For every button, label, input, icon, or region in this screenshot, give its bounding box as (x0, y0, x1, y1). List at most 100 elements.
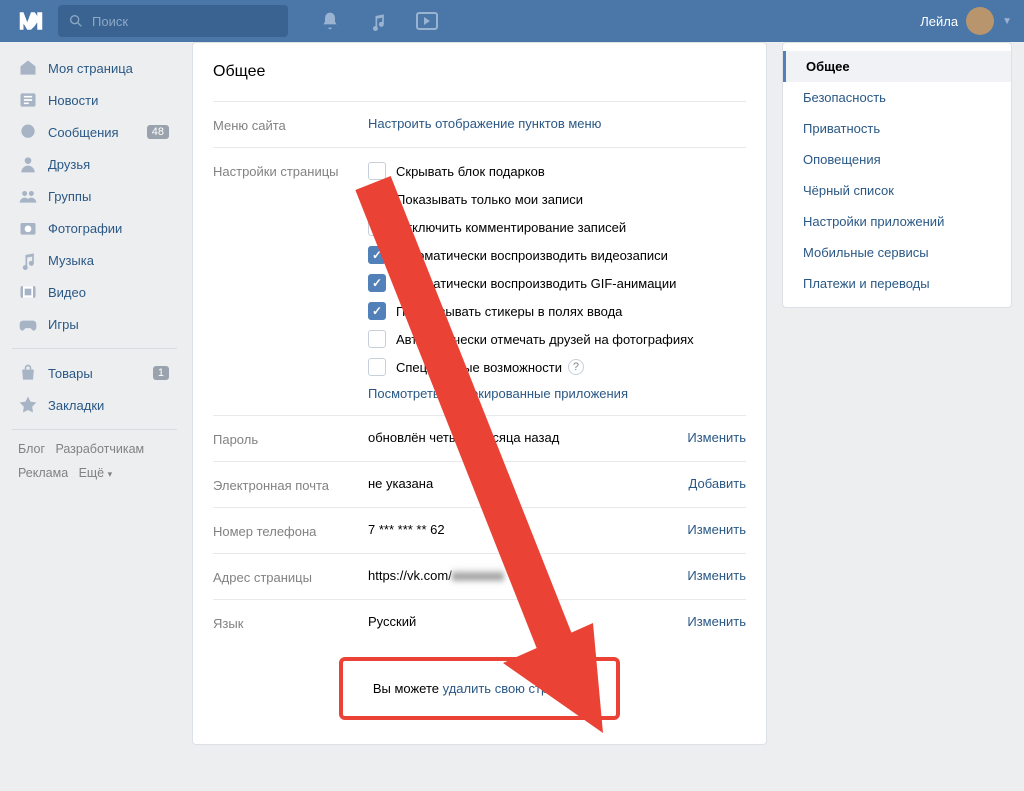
password-change-link[interactable]: Изменить (687, 430, 746, 447)
setting-checkbox-6[interactable]: Автоматически отмечать друзей на фотогра… (368, 330, 746, 348)
games-icon (18, 314, 38, 334)
nav-news[interactable]: Новости (12, 84, 177, 116)
nav-photo[interactable]: Фотографии (12, 212, 177, 244)
address-label: Адрес страницы (213, 568, 368, 585)
nav-label: Музыка (48, 253, 94, 268)
setting-checkbox-5[interactable]: Подсказывать стикеры в полях ввода (368, 302, 746, 320)
vk-logo[interactable] (16, 6, 46, 36)
nav-label: Фотографии (48, 221, 122, 236)
top-icons (320, 11, 438, 31)
checkbox-label: Подсказывать стикеры в полях ввода (396, 304, 622, 319)
settings-nav: ОбщееБезопасностьПриватностьОповещенияЧё… (782, 42, 1012, 308)
nav-label: Закладки (48, 398, 104, 413)
footer-ads[interactable]: Реклама (18, 466, 68, 480)
menu-configure-link[interactable]: Настроить отображение пунктов меню (368, 116, 601, 131)
nav-groups[interactable]: Группы (12, 180, 177, 212)
nav-friend[interactable]: Друзья (12, 148, 177, 180)
settings-tab-4[interactable]: Чёрный список (783, 175, 1011, 206)
nav-music[interactable]: Музыка (12, 244, 177, 276)
checkbox-label: Автоматически воспроизводить GIF-анимаци… (396, 276, 676, 291)
checkbox-icon (368, 330, 386, 348)
nav-label: Друзья (48, 157, 90, 172)
phone-change-link[interactable]: Изменить (687, 522, 746, 539)
settings-tab-2[interactable]: Приватность (783, 113, 1011, 144)
nav-label: Игры (48, 317, 79, 332)
nav-label: Моя страница (48, 61, 133, 76)
checkbox-icon (368, 358, 386, 376)
checkbox-label: Отключить комментирование записей (396, 220, 626, 235)
music-top-icon[interactable] (368, 11, 388, 31)
lang-label: Язык (213, 614, 368, 631)
notifications-icon[interactable] (320, 11, 340, 31)
music-icon (18, 250, 38, 270)
groups-icon (18, 186, 38, 206)
delete-account-box: Вы можете удалить свою страницу. (339, 657, 620, 720)
user-menu[interactable]: Лейла ▼ (920, 7, 1012, 35)
checkbox-icon (368, 246, 386, 264)
footer-more[interactable]: Ещё ▾ (79, 466, 113, 480)
settings-tab-1[interactable]: Безопасность (783, 82, 1011, 113)
nav-fav[interactable]: Закладки (12, 389, 177, 421)
settings-tab-5[interactable]: Настройки приложений (783, 206, 1011, 237)
nav-market[interactable]: Товары 1 (12, 357, 177, 389)
password-value: обновлён четыре месяца назад (368, 430, 687, 447)
address-value: https://vk.com/xxxxxxxx (368, 568, 687, 585)
email-add-link[interactable]: Добавить (689, 476, 746, 493)
msg-icon (18, 122, 38, 142)
page-settings-label: Настройки страницы (213, 162, 368, 401)
nav-label: Сообщения (48, 125, 119, 140)
market-icon (18, 363, 38, 383)
footer-dev[interactable]: Разработчикам (55, 442, 144, 456)
setting-checkbox-2[interactable]: Отключить комментирование записей (368, 218, 746, 236)
menu-label: Меню сайта (213, 116, 368, 133)
password-label: Пароль (213, 430, 368, 447)
checkbox-icon (368, 302, 386, 320)
nav-games[interactable]: Игры (12, 308, 177, 340)
settings-tab-7[interactable]: Платежи и переводы (783, 268, 1011, 299)
checkbox-label: Автоматически отмечать друзей на фотогра… (396, 332, 694, 347)
setting-checkbox-0[interactable]: Скрывать блок подарков (368, 162, 746, 180)
left-nav: Моя страница Новости Сообщения 48 Друзья Груп… (12, 42, 177, 745)
nav-label: Видео (48, 285, 86, 300)
settings-tab-0[interactable]: Общее (783, 51, 1011, 82)
video-icon (18, 282, 38, 302)
email-value: не указана (368, 476, 689, 493)
search-box[interactable] (58, 5, 288, 37)
nav-home[interactable]: Моя страница (12, 52, 177, 84)
lang-change-link[interactable]: Изменить (687, 614, 746, 631)
blocked-apps-link[interactable]: Посмотреть заблокированные приложения (368, 386, 628, 401)
photo-icon (18, 218, 38, 238)
nav-badge: 48 (147, 125, 169, 139)
lang-value: Русский (368, 614, 687, 631)
setting-checkbox-3[interactable]: Автоматически воспроизводить видеозаписи (368, 246, 746, 264)
fav-icon (18, 395, 38, 415)
checkbox-label: Специальные возможности (396, 360, 562, 375)
nav-badge: 1 (153, 366, 169, 380)
nav-video[interactable]: Видео (12, 276, 177, 308)
footer-blog[interactable]: Блог (18, 442, 45, 456)
phone-value: 7 *** *** ** 62 (368, 522, 687, 539)
nav-label: Группы (48, 189, 91, 204)
search-input[interactable] (92, 14, 278, 29)
delete-prefix: Вы можете (373, 681, 443, 696)
setting-checkbox-7[interactable]: Специальные возможности? (368, 358, 746, 376)
settings-panel: Общее Меню сайта Настроить отображение п… (192, 42, 767, 745)
setting-checkbox-1[interactable]: Показывать только мои записи (368, 190, 746, 208)
address-change-link[interactable]: Изменить (687, 568, 746, 585)
settings-tab-3[interactable]: Оповещения (783, 144, 1011, 175)
checkbox-icon (368, 218, 386, 236)
checkbox-label: Скрывать блок подарков (396, 164, 545, 179)
video-top-icon[interactable] (416, 12, 438, 30)
settings-tab-6[interactable]: Мобильные сервисы (783, 237, 1011, 268)
search-icon (68, 13, 84, 29)
nav-label: Товары (48, 366, 93, 381)
home-icon (18, 58, 38, 78)
checkbox-icon (368, 162, 386, 180)
setting-checkbox-4[interactable]: Автоматически воспроизводить GIF-анимаци… (368, 274, 746, 292)
delete-account-link[interactable]: удалить свою страницу. (443, 681, 587, 696)
nav-msg[interactable]: Сообщения 48 (12, 116, 177, 148)
help-icon[interactable]: ? (568, 359, 584, 375)
header-bar: Лейла ▼ (0, 0, 1024, 42)
phone-label: Номер телефона (213, 522, 368, 539)
username: Лейла (920, 14, 958, 29)
